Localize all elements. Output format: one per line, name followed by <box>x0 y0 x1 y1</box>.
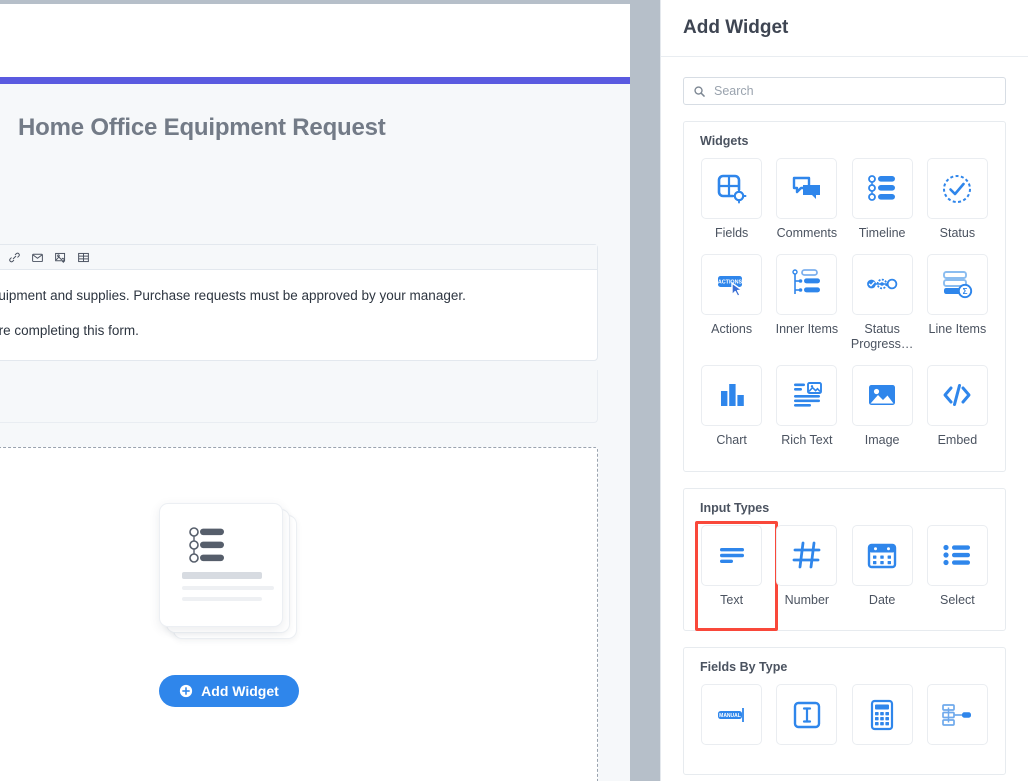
widget-item-label: Embed <box>938 433 978 449</box>
accent-bar <box>0 77 630 84</box>
input-type-label: Date <box>869 593 895 609</box>
calendar-icon[interactable] <box>852 525 913 586</box>
widget-item-embed[interactable]: Embed <box>920 365 995 461</box>
panel-body: Widgets <box>661 57 1028 781</box>
status-progress-icon[interactable] <box>852 254 913 315</box>
svg-text:Σ: Σ <box>963 287 968 296</box>
widget-item-actions[interactable]: ACTIONS Actions <box>694 254 769 365</box>
fields-icon[interactable] <box>701 158 762 219</box>
widget-item-inner-items[interactable]: Inner Items <box>769 254 844 365</box>
input-type-item-select[interactable]: Select <box>920 525 995 621</box>
search-icon <box>693 85 706 98</box>
input-type-label: Number <box>785 593 829 609</box>
add-widget-button[interactable]: Add Widget <box>159 675 299 707</box>
group-title: Input Types <box>694 501 995 515</box>
widget-item-image[interactable]: Image <box>845 365 920 461</box>
input-types-grid: Text <box>694 525 995 621</box>
group-title: Widgets <box>694 134 995 148</box>
embed-code-icon[interactable] <box>927 365 988 426</box>
comments-icon[interactable] <box>776 158 837 219</box>
add-widget-panel: Add Widget Widgets <box>660 0 1028 781</box>
widget-item-comments[interactable]: Comments <box>769 158 844 254</box>
widget-item-timeline[interactable]: Timeline <box>845 158 920 254</box>
link-icon[interactable] <box>4 247 25 268</box>
select-list-icon[interactable] <box>927 525 988 586</box>
relation-icon[interactable] <box>927 684 988 745</box>
search-box[interactable] <box>683 77 1006 105</box>
widget-grid: Fields Comments <box>694 158 995 461</box>
field-type-item-manual[interactable]: MANUAL <box>694 684 769 764</box>
rich-text-icon[interactable] <box>776 365 837 426</box>
email-icon[interactable] <box>27 247 48 268</box>
widget-item-label: Image <box>865 433 900 449</box>
input-type-item-number[interactable]: Number <box>769 525 844 621</box>
group-input-types: Input Types Text <box>683 488 1006 632</box>
widget-item-label: Chart <box>716 433 747 449</box>
image-icon[interactable] <box>50 247 71 268</box>
widget-item-line-items[interactable]: Σ Line Items <box>920 254 995 365</box>
table-icon[interactable] <box>73 247 94 268</box>
empty-state-illustration <box>159 503 299 645</box>
panel-header: Add Widget <box>661 0 1028 57</box>
widget-item-label: Comments <box>777 226 837 242</box>
inner-items-icon[interactable] <box>776 254 837 315</box>
widget-item-rich-text[interactable]: Rich Text <box>769 365 844 461</box>
calculator-icon[interactable] <box>852 684 913 745</box>
svg-text:MANUAL: MANUAL <box>719 713 741 719</box>
widget-item-label: Fields <box>715 226 748 242</box>
widget-item-label: Timeline <box>859 226 906 242</box>
widget-item-label: Rich Text <box>781 433 832 449</box>
image-widget-icon[interactable] <box>852 365 913 426</box>
widget-item-status[interactable]: Status <box>920 158 995 254</box>
timeline-icon[interactable] <box>852 158 913 219</box>
field-type-item-text[interactable] <box>769 684 844 764</box>
rich-text-paragraph-2: nd information before completing this fo… <box>0 321 575 342</box>
rich-text-paragraph-1: t for home office equipment and supplies… <box>0 286 575 307</box>
rich-text-toolbar <box>0 245 597 270</box>
text-lines-icon[interactable] <box>701 525 762 586</box>
add-widget-button-label: Add Widget <box>201 683 279 699</box>
group-title: Fields By Type <box>694 660 995 674</box>
widget-item-label: Inner Items <box>776 322 839 338</box>
illustration-text-lines <box>182 572 274 601</box>
search-input[interactable] <box>714 84 996 98</box>
paragraph-2-rest: before completing this form. <box>0 323 139 338</box>
illustration-card-front <box>159 503 283 627</box>
text-field-icon[interactable] <box>776 684 837 745</box>
manual-field-icon[interactable]: MANUAL <box>701 684 762 745</box>
widget-item-label: Status <box>940 226 975 242</box>
input-type-item-text[interactable]: Text <box>694 525 769 621</box>
field-type-item-relation[interactable] <box>920 684 995 764</box>
plus-circle-icon <box>179 684 193 698</box>
panel-title: Add Widget <box>683 17 788 39</box>
page-title: Home Office Equipment Request <box>0 114 630 142</box>
input-type-item-date[interactable]: Date <box>845 525 920 621</box>
widget-item-chart[interactable]: Chart <box>694 365 769 461</box>
app-topbar <box>0 4 630 77</box>
line-items-icon[interactable]: Σ <box>927 254 988 315</box>
actions-icon[interactable]: ACTIONS <box>701 254 762 315</box>
widget-item-label: Actions <box>711 322 752 338</box>
chart-bar-icon[interactable] <box>701 365 762 426</box>
rich-text-content[interactable]: t for home office equipment and supplies… <box>0 270 597 360</box>
field-type-item-calculator[interactable] <box>845 684 920 764</box>
fields-by-type-grid: MANUAL <box>694 684 995 764</box>
group-widgets: Widgets <box>683 121 1006 472</box>
widget-item-status-progress[interactable]: Status Progress… <box>845 254 920 365</box>
widget-item-label: Line Items <box>929 322 987 338</box>
group-fields-by-type: Fields By Type MANUAL <box>683 647 1006 775</box>
app-surface: Home Office Equipment Request <box>0 4 630 781</box>
screen: Home Office Equipment Request <box>0 0 1028 781</box>
input-type-label: Text <box>720 593 743 609</box>
rich-text-footer <box>0 370 598 423</box>
widget-dropzone[interactable]: Add Widget <box>0 447 598 781</box>
status-check-icon[interactable] <box>927 158 988 219</box>
rich-text-editor: t for home office equipment and supplies… <box>0 244 598 361</box>
timeline-illustration-icon <box>188 526 250 566</box>
hash-icon[interactable] <box>776 525 837 586</box>
widget-item-fields[interactable]: Fields <box>694 158 769 254</box>
widget-item-label: Status Progress… <box>845 322 919 353</box>
input-type-label: Select <box>940 593 975 609</box>
svg-text:ACTIONS: ACTIONS <box>717 280 742 286</box>
